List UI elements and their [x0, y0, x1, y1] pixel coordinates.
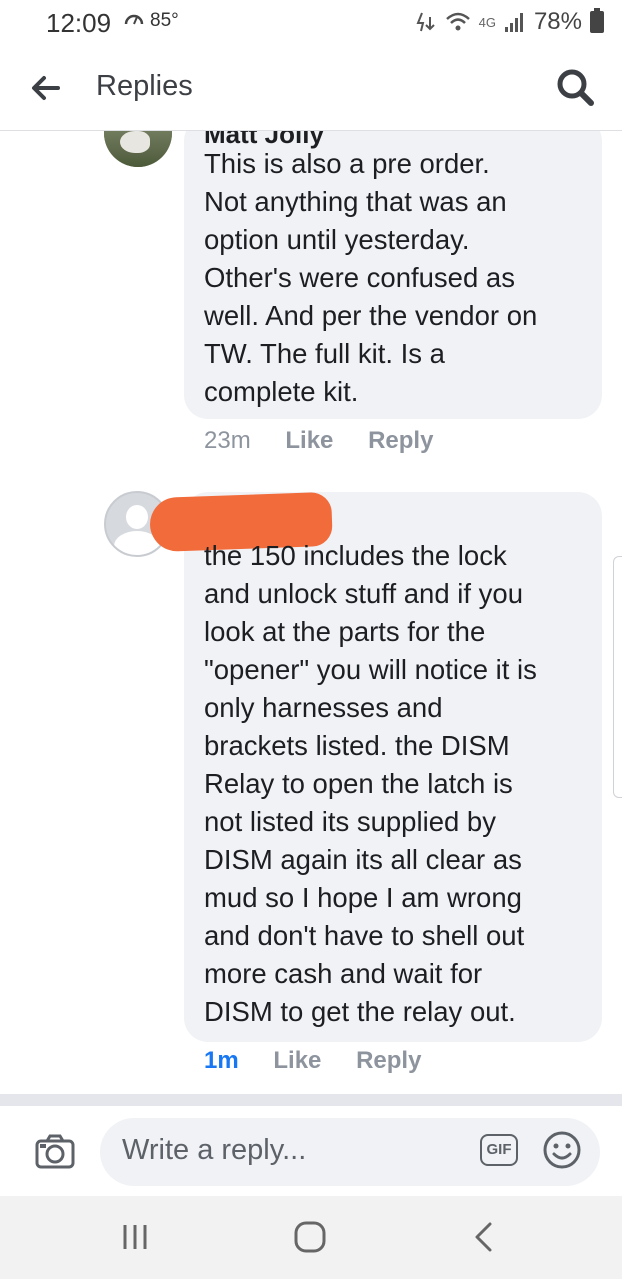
wifi-icon [445, 12, 470, 31]
comment-time[interactable]: 23m [204, 427, 251, 454]
page-title: Replies [96, 70, 193, 102]
home-icon[interactable] [292, 1220, 328, 1254]
comment-thread[interactable]: Matt Jolly This is also a pre order. Not… [0, 131, 622, 1093]
reply-composer: Write a reply... GIF [0, 1106, 622, 1196]
recent-apps-icon[interactable] [118, 1220, 152, 1254]
reply-input[interactable]: Write a reply... GIF [100, 1118, 600, 1186]
comment-actions: 23m Like Reply [204, 427, 461, 455]
data-transfer-icon [416, 12, 435, 32]
search-icon[interactable] [554, 66, 596, 108]
status-time: 12:09 [46, 8, 112, 38]
scrollbar[interactable] [613, 556, 622, 798]
divider [0, 1094, 622, 1106]
signal-icon [504, 13, 523, 32]
comment-text: the 150 includes the lock and unlock stu… [204, 540, 537, 1027]
battery-icon [590, 8, 604, 33]
back-arrow-icon[interactable] [28, 70, 64, 106]
battery-percent: 78% [533, 8, 582, 35]
avatar-head [126, 505, 148, 529]
comment-text: This is also a pre order. Not anything t… [204, 148, 538, 407]
avatar[interactable] [104, 131, 172, 167]
status-bar: 12:09 85° 4G 78% [0, 0, 622, 44]
comment-time[interactable]: 1m [204, 1047, 239, 1074]
reply-button[interactable]: Reply [368, 427, 433, 454]
camera-icon[interactable] [34, 1134, 76, 1170]
comment-actions: 1m Like Reply [204, 1047, 449, 1075]
app-header: Replies [0, 44, 622, 131]
reply-placeholder: Write a reply... [122, 1134, 307, 1166]
system-nav-bar [0, 1196, 622, 1279]
gif-button[interactable]: GIF [480, 1134, 518, 1166]
reply-button[interactable]: Reply [356, 1047, 421, 1074]
back-icon[interactable] [470, 1220, 496, 1254]
status-right: 4G 78% [415, 8, 604, 36]
emoji-icon[interactable] [542, 1130, 582, 1170]
avatar-dog [120, 131, 150, 153]
network-type: 4G [478, 14, 496, 30]
like-button[interactable]: Like [273, 1047, 321, 1074]
weather-icon [124, 14, 144, 25]
status-temperature: 85° [150, 10, 179, 31]
like-button[interactable]: Like [285, 427, 333, 454]
